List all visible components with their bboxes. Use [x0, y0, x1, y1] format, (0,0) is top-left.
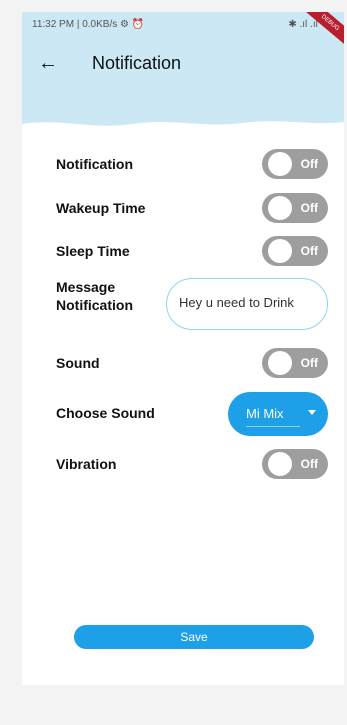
choose-sound-row: Choose Sound Mi Mix [56, 392, 328, 436]
arrow-left-icon[interactable]: ← [38, 52, 58, 75]
sound-row: Sound Off [56, 348, 328, 378]
notification-toggle[interactable]: Off [262, 149, 328, 179]
toggle-state: Off [300, 457, 318, 471]
save-button[interactable]: Save [74, 625, 314, 649]
toggle-state: Off [300, 201, 318, 215]
wakeup-time-row: Wakeup Time Off [56, 193, 328, 223]
toggle-knob [268, 351, 292, 375]
notification-row: Notification Off [56, 149, 328, 179]
sound-label: Sound [56, 355, 100, 371]
toggle-state: Off [300, 244, 318, 258]
notification-label: Notification [56, 156, 133, 172]
message-label-line2: Notification [56, 297, 133, 313]
toggle-knob [268, 452, 292, 476]
choose-sound-label: Choose Sound [56, 405, 155, 421]
vibration-row: Vibration Off [56, 449, 328, 479]
toggle-knob [268, 152, 292, 176]
header-wave [22, 121, 344, 134]
status-bar: 11:32 PM | 0.0KB/s ⚙ ⏰ ✱ .ıl .ıl ⌔ [32, 18, 344, 34]
sleep-time-row: Sleep Time Off [56, 236, 328, 266]
toggle-state: Off [300, 356, 318, 370]
app-screen: 11:32 PM | 0.0KB/s ⚙ ⏰ ✱ .ıl .ıl ⌔ DEBUG… [22, 12, 344, 685]
message-notification-row: Message Notification Hey u need to Drink [56, 278, 328, 330]
sound-dropdown[interactable]: Mi Mix [228, 392, 328, 436]
message-input-value: Hey u need to Drink [179, 295, 294, 310]
chevron-down-icon [308, 410, 316, 415]
message-input[interactable]: Hey u need to Drink [166, 278, 328, 330]
vibration-label: Vibration [56, 456, 117, 472]
status-time: 11:32 PM | 0.0KB/s ⚙ ⏰ [32, 19, 145, 30]
sleep-time-toggle[interactable]: Off [262, 236, 328, 266]
toggle-state: Off [300, 157, 318, 171]
header: 11:32 PM | 0.0KB/s ⚙ ⏰ ✱ .ıl .ıl ⌔ DEBUG… [22, 12, 344, 134]
toggle-knob [268, 196, 292, 220]
vibration-toggle[interactable]: Off [262, 449, 328, 479]
sound-toggle[interactable]: Off [262, 348, 328, 378]
sleep-time-label: Sleep Time [56, 243, 130, 259]
page-title: Notification [92, 53, 182, 73]
sound-dropdown-value: Mi Mix [246, 406, 284, 421]
wakeup-time-label: Wakeup Time [56, 200, 146, 216]
toggle-knob [268, 239, 292, 263]
wakeup-time-toggle[interactable]: Off [262, 193, 328, 223]
dropdown-underline [246, 426, 300, 427]
message-label-line1: Message [56, 279, 116, 295]
